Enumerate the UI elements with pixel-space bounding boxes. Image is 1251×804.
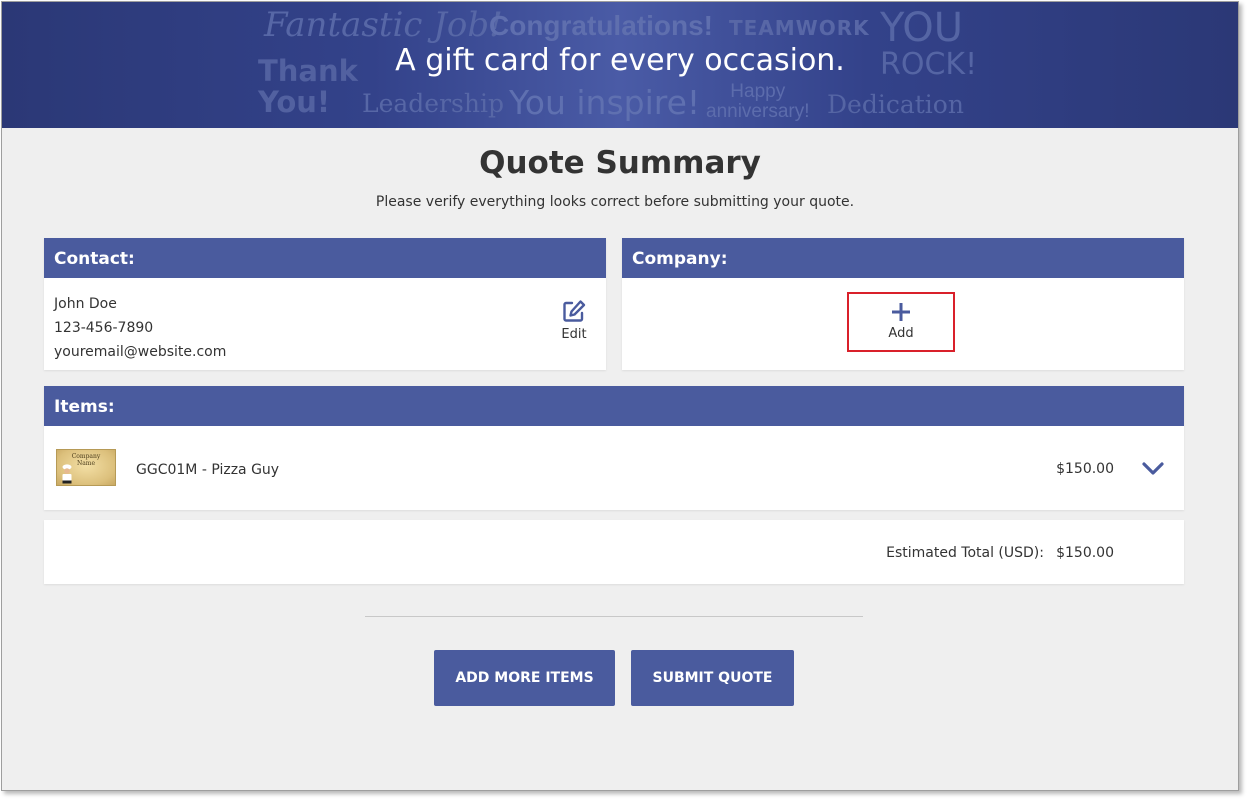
page-subtitle: Please verify everything looks correct b… <box>375 194 855 210</box>
chevron-down-icon[interactable] <box>1142 462 1164 476</box>
thumbnail-line-1: Company <box>71 453 101 460</box>
contact-card: Contact: John Doe 123-456-7890 youremail… <box>44 238 606 370</box>
contact-phone: 123-456-7890 <box>54 320 154 336</box>
banner-word-anniversary-text: anniversary! <box>706 101 810 122</box>
contact-header: Contact: <box>44 238 606 278</box>
items-header: Items: <box>44 386 1184 426</box>
banner-word-fantastic: Fantastic Job! <box>264 5 503 45</box>
banner-word-dedication: Dedication <box>827 90 964 119</box>
estimated-total-label: Estimated Total (USD): <box>886 545 1044 561</box>
banner-word-happy: Happy <box>730 81 786 102</box>
banner-headline: A gift card for every occasion. <box>395 43 845 78</box>
banner-word-inspire: You inspire! <box>509 83 701 122</box>
banner-word-anniversary: Happy anniversary! <box>706 82 810 122</box>
item-price: $150.00 <box>1056 461 1114 477</box>
edit-label: Edit <box>561 327 587 342</box>
contact-email: youremail@website.com <box>54 344 227 360</box>
add-company-button[interactable]: Add <box>847 292 955 352</box>
divider <box>365 616 863 617</box>
plus-icon <box>892 303 910 321</box>
item-thumbnail: Company Name <box>56 449 116 486</box>
add-label: Add <box>888 326 914 341</box>
page-frame: Fantastic Job! Congratulations! TEAMWORK… <box>1 1 1239 791</box>
edit-contact-button[interactable]: Edit <box>550 298 598 348</box>
total-card: Estimated Total (USD): $150.00 <box>44 520 1184 584</box>
item-name: GGC01M - Pizza Guy <box>136 462 280 478</box>
estimated-total-value: $150.00 <box>1056 545 1114 561</box>
contact-name: John Doe <box>54 296 117 312</box>
pizza-chef-icon <box>62 464 72 484</box>
add-more-items-button[interactable]: ADD MORE ITEMS <box>434 650 615 706</box>
banner-word-congratulations: Congratulations! <box>489 10 713 41</box>
company-header: Company: <box>622 238 1184 278</box>
banner-word-you-exclaim: You! <box>258 85 331 119</box>
contact-details: John Doe 123-456-7890 youremail@website.… <box>54 292 226 364</box>
pencil-square-icon <box>563 300 586 322</box>
banner-word-teamwork: TEAMWORK <box>729 16 870 40</box>
banner-word-leadership: Leadership <box>362 89 504 118</box>
submit-quote-button[interactable]: SUBMIT QUOTE <box>631 650 794 706</box>
items-card: Items: Company Name GGC01M - Pizza Guy $… <box>44 386 1184 510</box>
page-title: Quote Summary <box>479 145 761 181</box>
banner-word-you: YOU <box>880 5 964 51</box>
company-card: Company: Add <box>622 238 1184 370</box>
hero-banner: Fantastic Job! Congratulations! TEAMWORK… <box>2 2 1238 128</box>
